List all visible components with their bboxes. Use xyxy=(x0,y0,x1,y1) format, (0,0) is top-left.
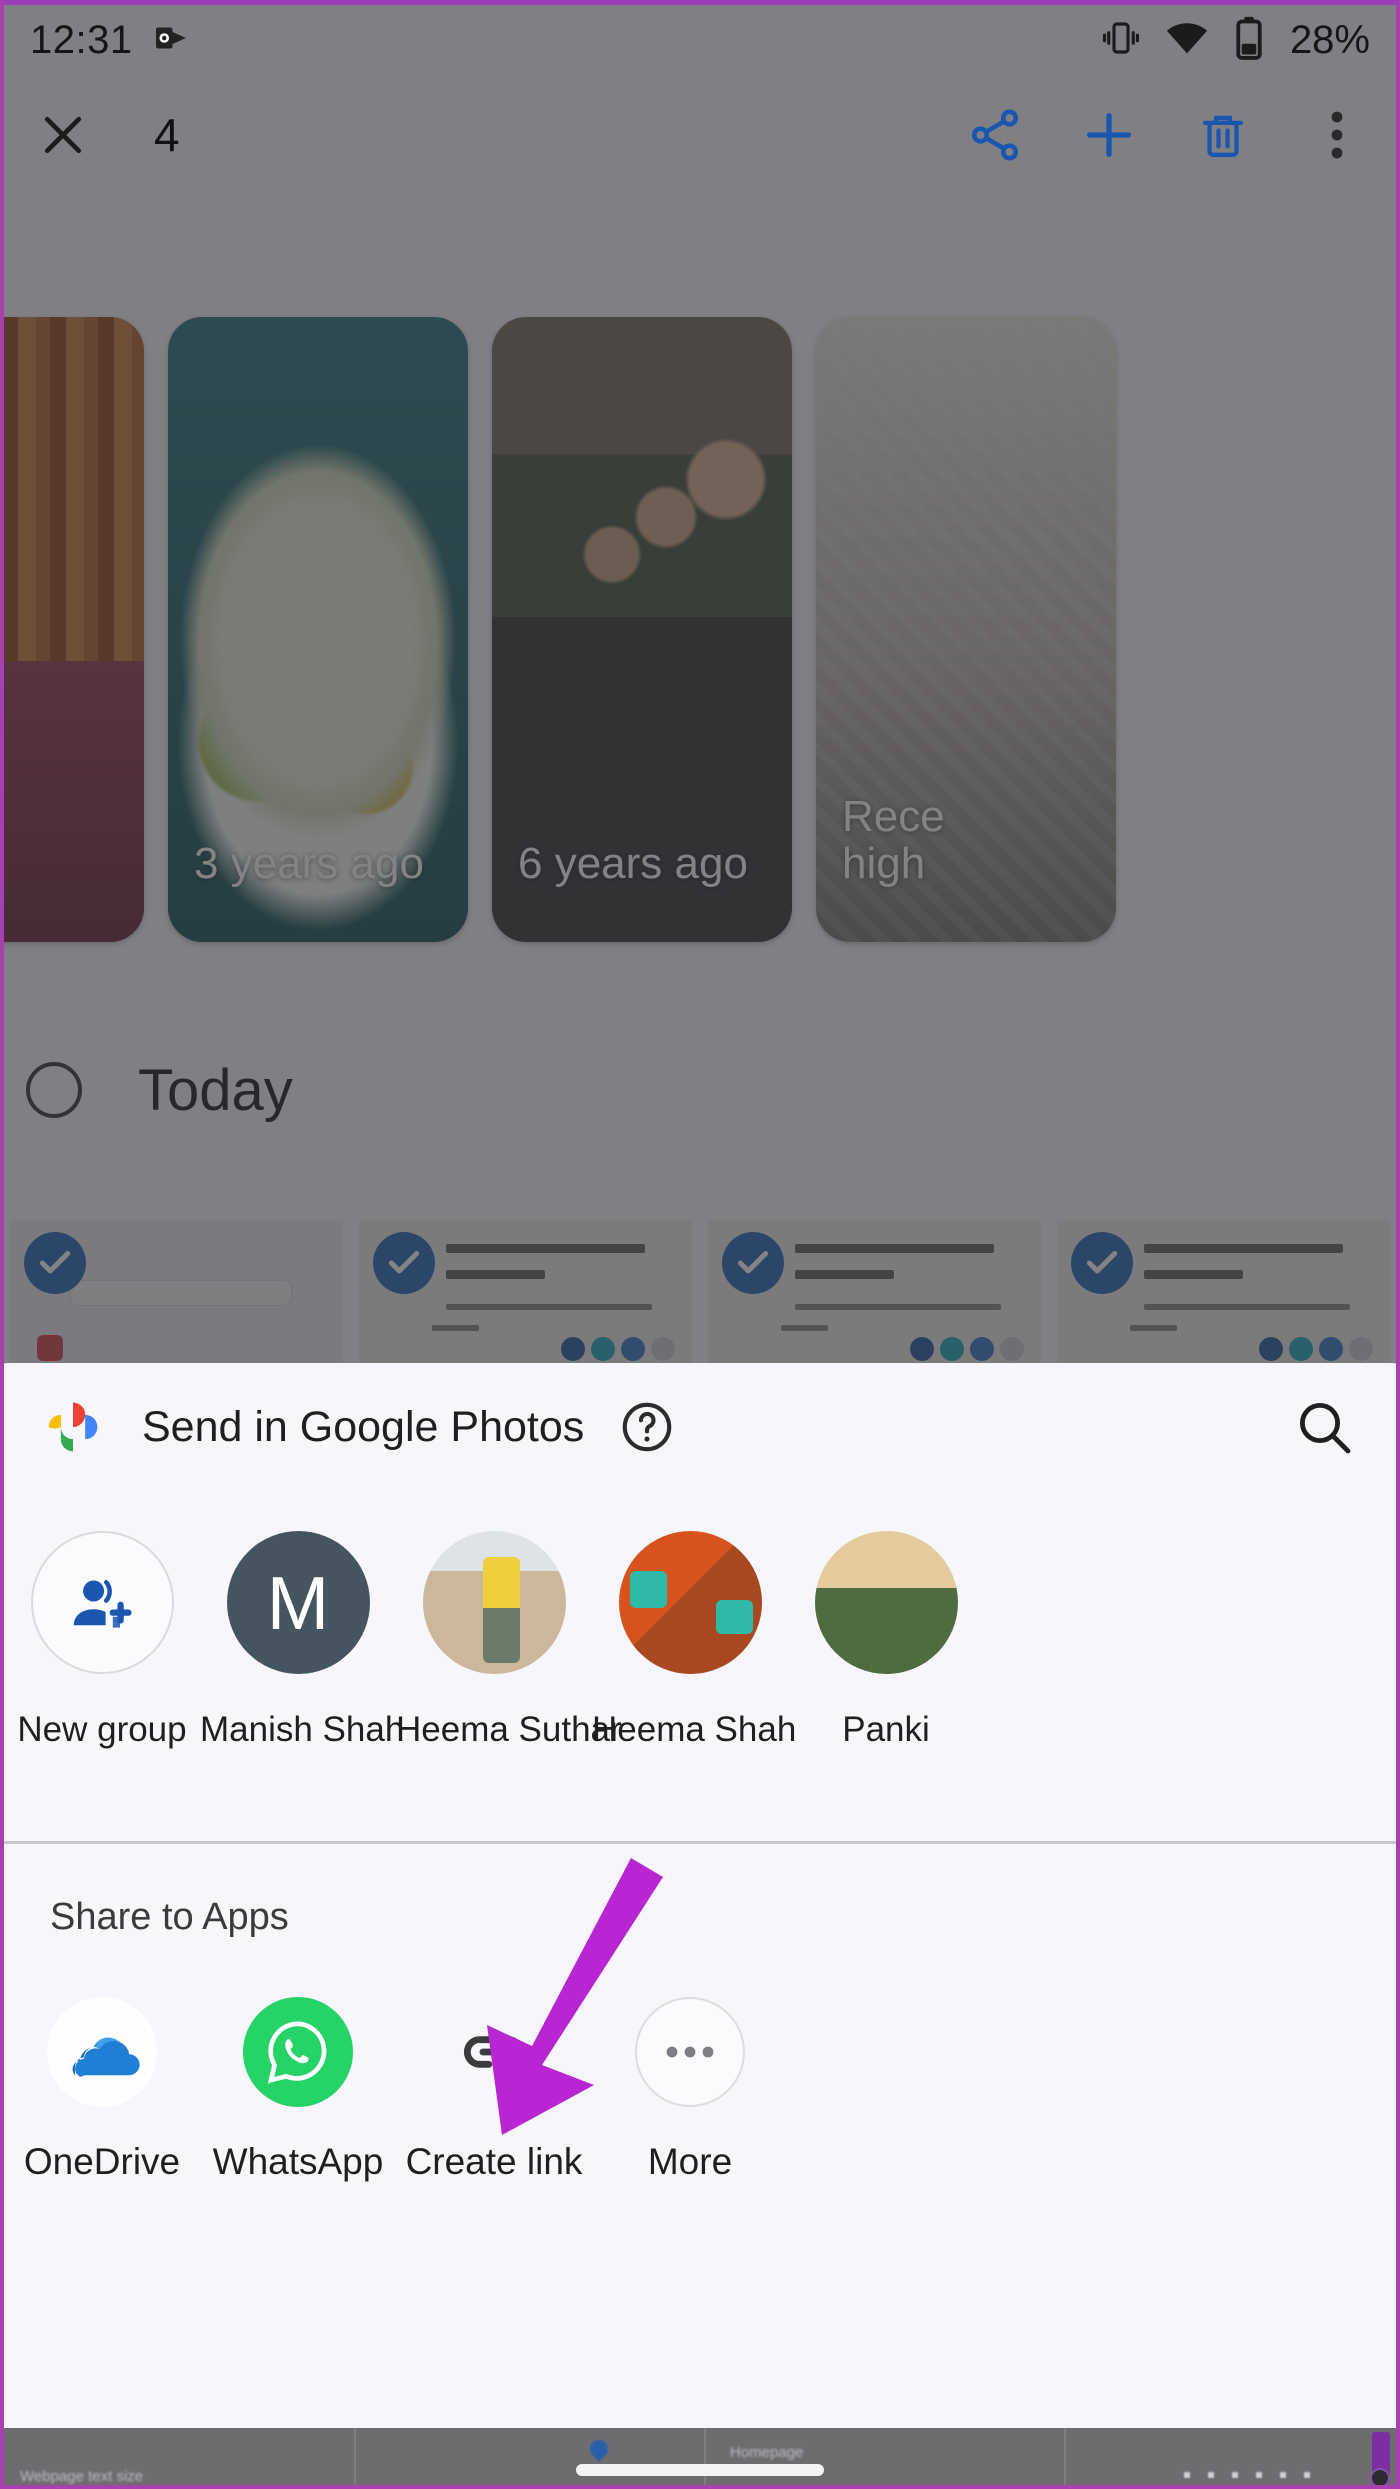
share-icon[interactable] xyxy=(966,106,1024,164)
contact-name: Heema Suthar xyxy=(396,1710,622,1749)
photo-grid-cell[interactable] xyxy=(10,1220,343,1363)
contact-item-new-group[interactable]: New group xyxy=(4,1531,200,1750)
purple-circle-icon xyxy=(1370,2468,1390,2485)
share-sheet: Send in Google Photos New group M Manish… xyxy=(4,1363,1396,2428)
help-circle-icon[interactable] xyxy=(618,1398,676,1456)
section-title: Share to Apps xyxy=(50,1896,289,1938)
blurred-text-left: Webpage text size xyxy=(20,2468,144,2485)
contact-name: New group xyxy=(17,1710,187,1749)
contact-item-manish-shah[interactable]: M Manish Shah xyxy=(200,1531,405,1750)
contact-item-heema-suthar[interactable]: Heema Suthar xyxy=(396,1531,622,1750)
avatar xyxy=(814,1531,958,1674)
memory-card[interactable]: 3 years ago xyxy=(168,317,468,942)
blurred-panel xyxy=(356,2428,706,2485)
apps-row[interactable]: OneDrive WhatsApp Create link More xyxy=(4,1997,1396,2183)
status-bar: 12:31 28% xyxy=(4,5,1396,75)
close-icon[interactable] xyxy=(34,106,92,164)
avatar: M xyxy=(226,1531,370,1674)
overflow-menu-icon[interactable] xyxy=(1308,106,1366,164)
photo-grid-cell[interactable] xyxy=(1057,1220,1390,1363)
blurred-text-mid: Homepage xyxy=(730,2444,804,2461)
app-label: Create link xyxy=(405,2141,583,2182)
status-clock: 12:31 xyxy=(30,17,133,62)
photo-grid-cell[interactable] xyxy=(359,1220,692,1363)
memory-card[interactable]: go xyxy=(4,317,144,942)
app-label: WhatsApp xyxy=(212,2141,384,2182)
battery-icon xyxy=(1232,15,1266,66)
selected-count: 4 xyxy=(154,109,180,161)
outlook-icon xyxy=(153,20,189,61)
contact-name: Heema Shah xyxy=(592,1710,797,1749)
memory-label: 6 years ago xyxy=(518,839,748,889)
photo-grid-cell[interactable] xyxy=(708,1220,1041,1363)
app-label: OneDrive xyxy=(23,2141,181,2182)
whatsapp-icon xyxy=(243,1997,353,2107)
selection-toolbar: 4 xyxy=(4,75,1396,195)
app-item-onedrive[interactable]: OneDrive xyxy=(4,1997,200,2183)
avatar-initial: M xyxy=(266,1560,330,1645)
memories-carousel[interactable]: go 3 years ago 6 years ago Rece high xyxy=(4,317,1396,957)
add-icon[interactable] xyxy=(1080,106,1138,164)
selected-check-icon[interactable] xyxy=(373,1232,435,1294)
add-group-icon xyxy=(30,1531,174,1674)
contact-item-heema-shah[interactable]: Heema Shah xyxy=(592,1531,797,1750)
app-item-whatsapp[interactable]: WhatsApp xyxy=(200,1997,396,2183)
bottom-strip: Webpage text size Homepage xyxy=(4,2428,1396,2485)
search-icon[interactable] xyxy=(1292,1395,1356,1459)
selected-check-icon[interactable] xyxy=(24,1232,86,1294)
photo-grid[interactable] xyxy=(4,1220,1396,1363)
more-horizontal-icon xyxy=(635,1997,745,2107)
memory-card[interactable]: 6 years ago xyxy=(492,317,792,942)
link-icon xyxy=(439,1997,549,2107)
app-item-more[interactable]: More xyxy=(592,1997,788,2183)
app-item-create-link[interactable]: Create link xyxy=(396,1997,592,2183)
share-sheet-header: Send in Google Photos xyxy=(4,1363,1396,1491)
app-label: More xyxy=(647,2141,733,2182)
avatar xyxy=(618,1531,762,1674)
delete-icon[interactable] xyxy=(1194,106,1252,164)
share-sheet-title: Send in Google Photos xyxy=(142,1402,585,1451)
section-label: Today xyxy=(138,1057,293,1123)
home-gesture-pill[interactable] xyxy=(576,2464,824,2476)
screenshot-frame: go 3 years ago 6 years ago Rece high Tod… xyxy=(0,0,1400,2489)
google-photos-logo xyxy=(44,1398,102,1456)
blurred-letters xyxy=(1184,2472,1310,2478)
avatar xyxy=(422,1531,566,1674)
vibrate-icon xyxy=(1100,17,1142,64)
photo-section-header-today[interactable]: Today xyxy=(4,1015,1396,1165)
contact-name: Panki xyxy=(842,1710,930,1749)
onedrive-icon xyxy=(47,1997,157,2107)
section-select-circle-icon[interactable] xyxy=(26,1062,82,1118)
selected-check-icon[interactable] xyxy=(1071,1232,1133,1294)
selected-check-icon[interactable] xyxy=(722,1232,784,1294)
contact-name: Manish Shah xyxy=(200,1710,405,1749)
contact-item-pankit[interactable]: Panki xyxy=(788,1531,984,1750)
google-photos-app-background: go 3 years ago 6 years ago Rece high Tod… xyxy=(4,5,1396,1363)
wifi-icon xyxy=(1164,15,1210,66)
memory-label: go xyxy=(4,840,134,888)
contacts-row[interactable]: New group M Manish Shah Heema Suthar Hee… xyxy=(4,1491,1396,1841)
memory-card[interactable]: Rece high xyxy=(816,317,1116,942)
share-to-apps-section: Share to Apps OneDrive WhatsApp Create l… xyxy=(4,1844,1396,2183)
memory-label: 3 years ago xyxy=(194,839,424,889)
battery-percent: 28% xyxy=(1289,17,1370,62)
memory-label: Rece high xyxy=(842,791,945,889)
